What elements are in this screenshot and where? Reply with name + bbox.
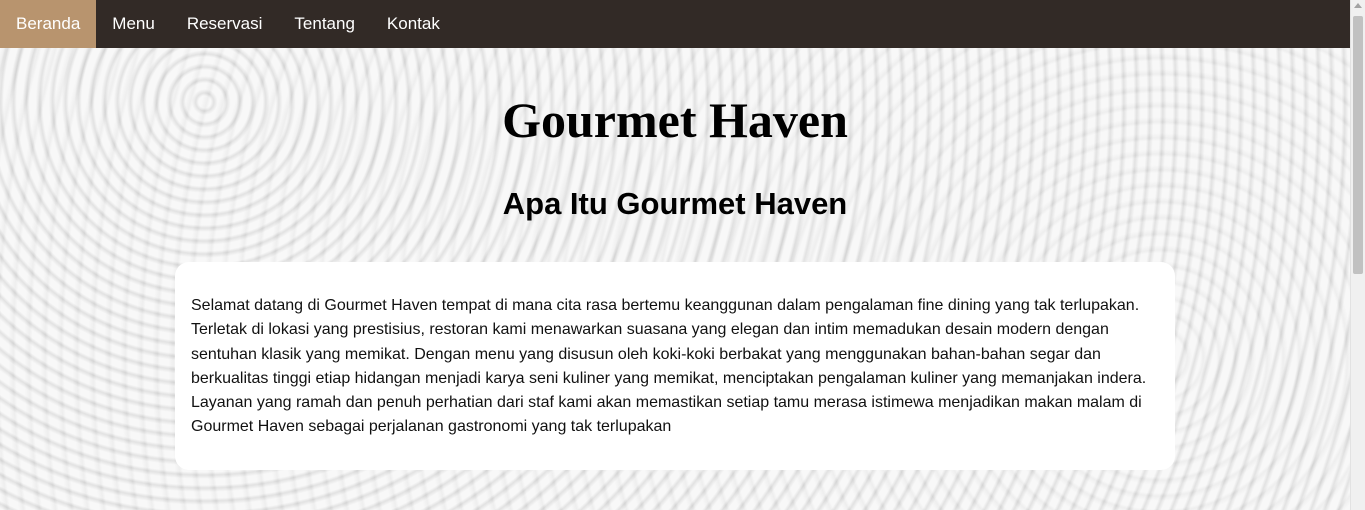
scrollbar-thumb[interactable] <box>1353 16 1363 274</box>
nav-item-kontak[interactable]: Kontak <box>371 0 456 48</box>
nav-item-tentang[interactable]: Tentang <box>278 0 371 48</box>
page: Beranda Menu Reservasi Tentang Kontak Go… <box>0 0 1350 510</box>
nav-item-beranda[interactable]: Beranda <box>0 0 97 48</box>
nav-item-reservasi[interactable]: Reservasi <box>171 0 279 48</box>
about-paragraph: Selamat datang di Gourmet Haven tempat d… <box>191 297 1147 436</box>
nav-item-menu[interactable]: Menu <box>96 0 171 48</box>
top-navbar: Beranda Menu Reservasi Tentang Kontak <box>0 0 1350 48</box>
scroll-up-arrow-icon[interactable] <box>1354 3 1362 8</box>
vertical-scrollbar[interactable] <box>1350 0 1365 510</box>
about-card: Selamat datang di Gourmet Haven tempat d… <box>175 262 1175 470</box>
section-heading: Apa Itu Gourmet Haven <box>502 186 848 221</box>
site-title: Gourmet Haven <box>502 92 848 148</box>
